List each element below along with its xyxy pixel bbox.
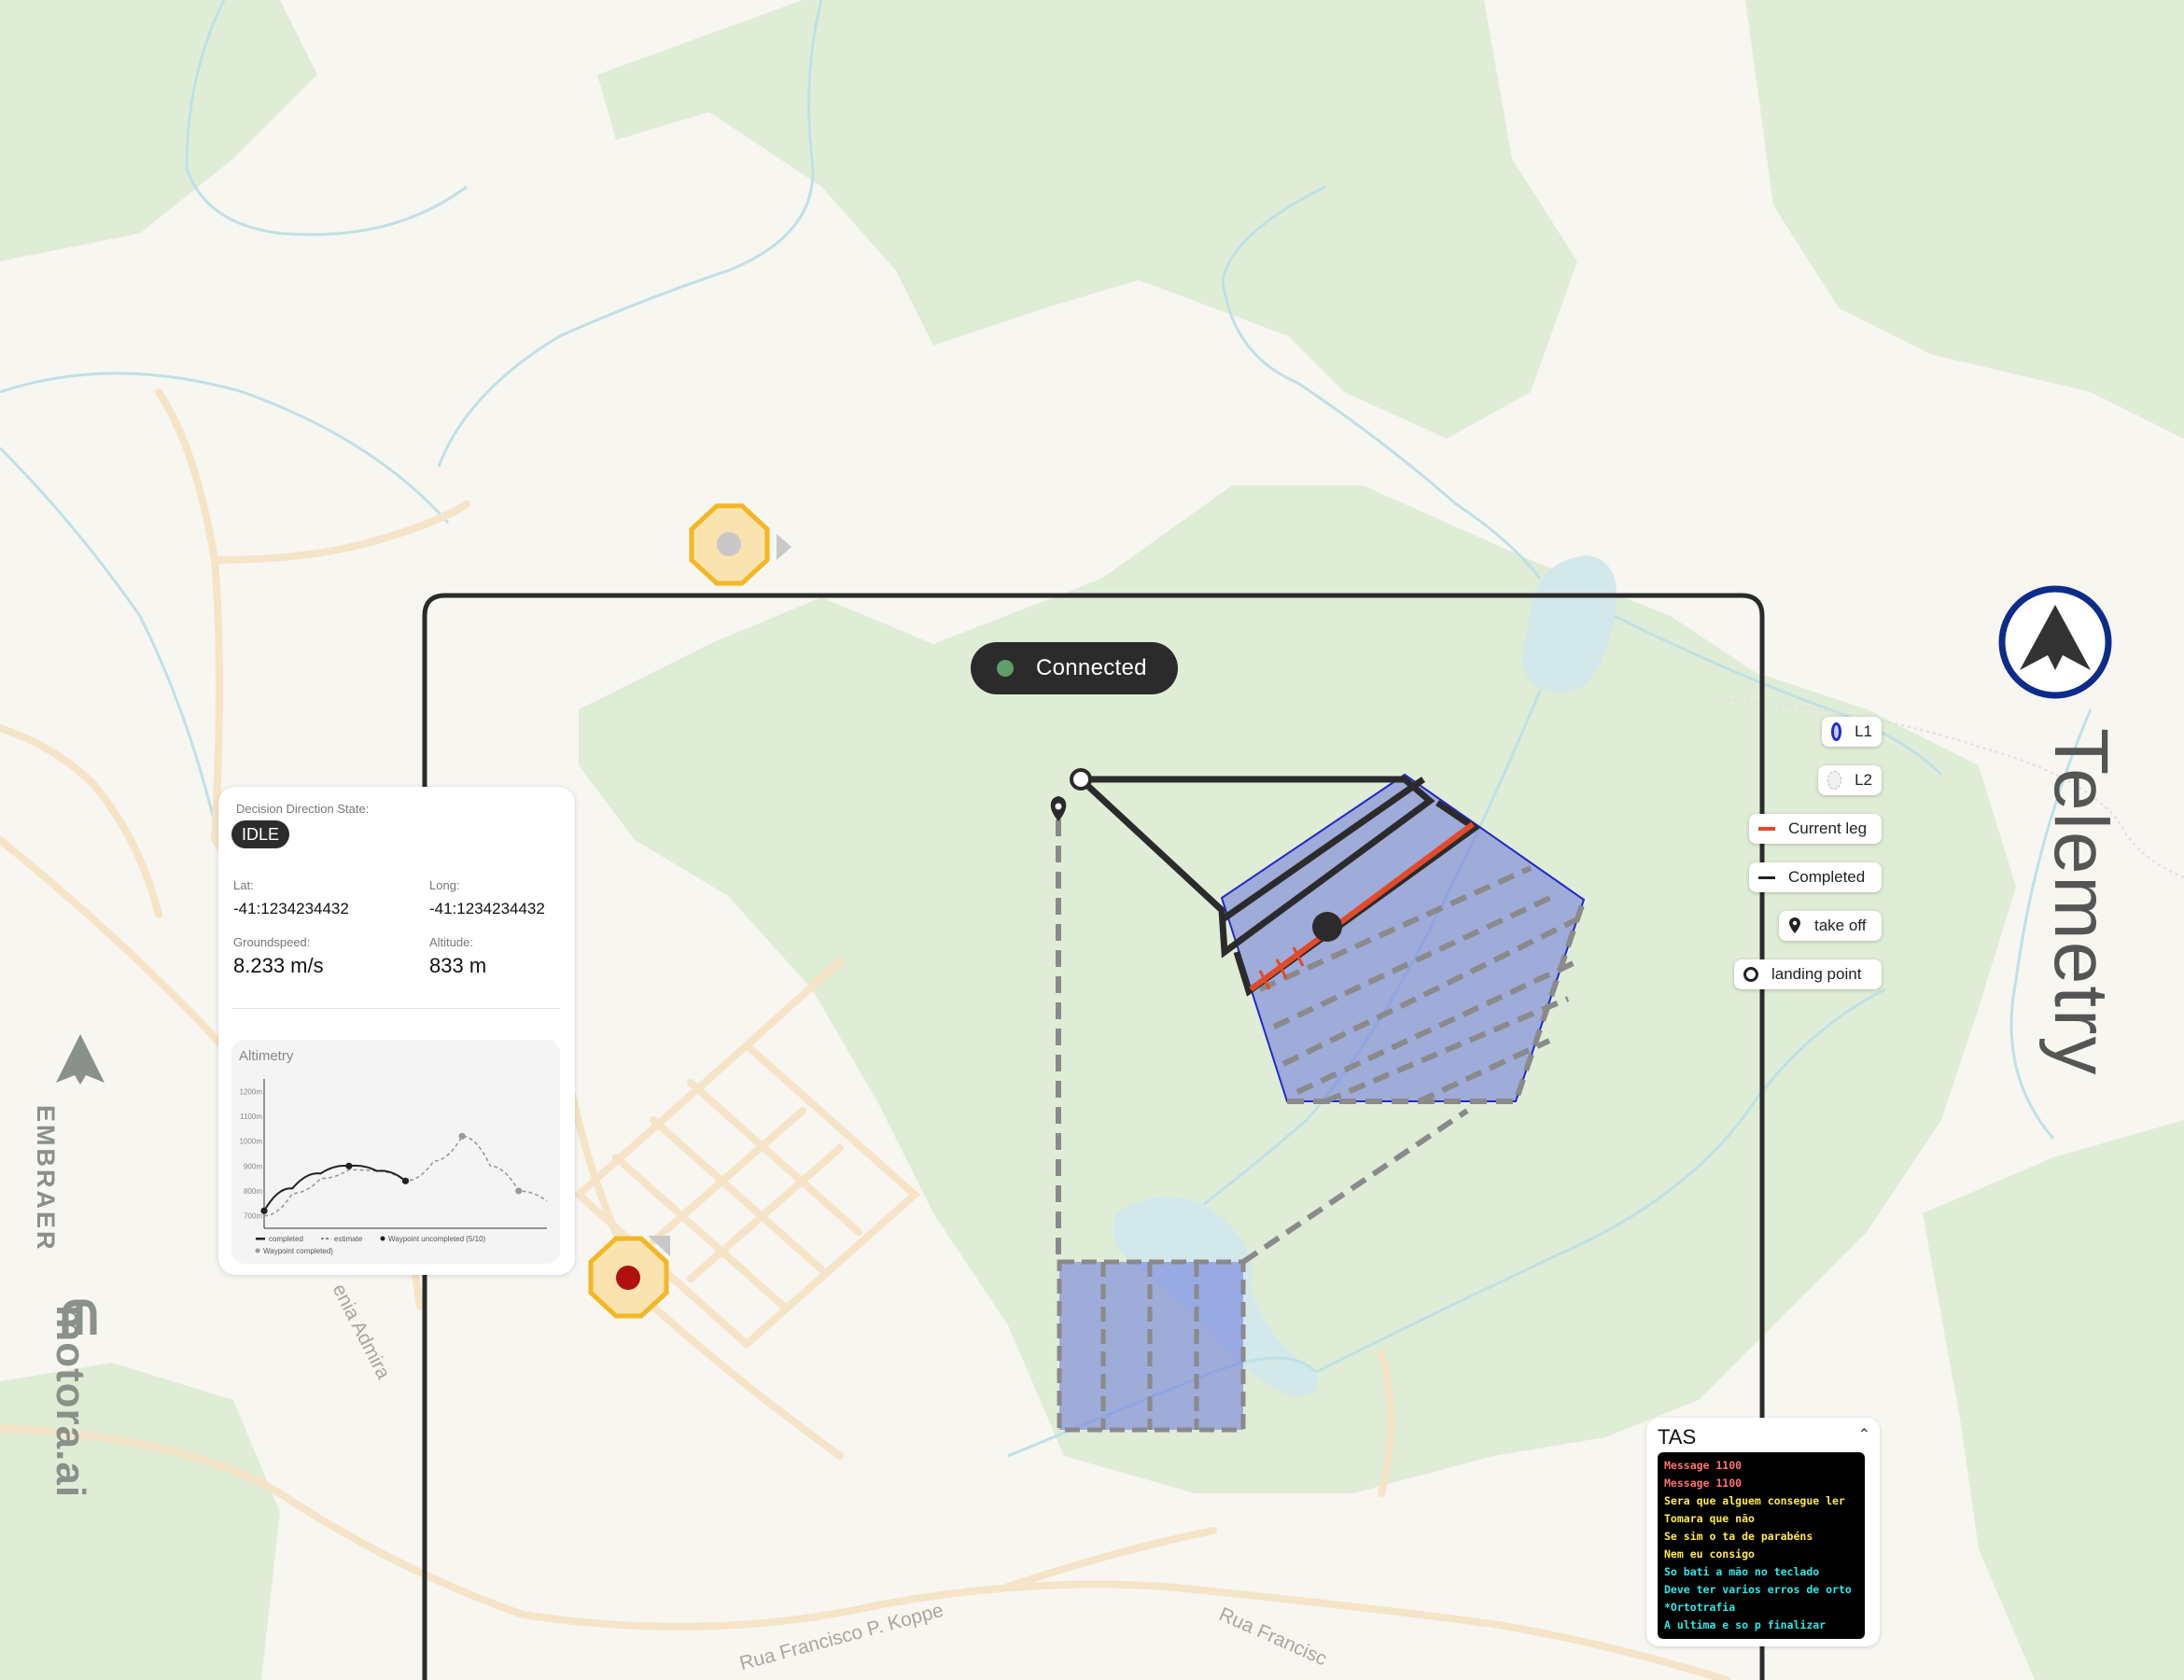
- chart-legend-waypoint-completed: Waypoint completed): [263, 1247, 333, 1255]
- decision-state-badge: IDLE: [231, 820, 290, 848]
- legend-take-off[interactable]: take off: [1779, 911, 1882, 941]
- legend-completed[interactable]: Completed: [1749, 862, 1882, 892]
- lat-label: Lat:: [233, 878, 254, 892]
- waypoint-completed-point: [401, 1177, 410, 1184]
- chevron-up-icon[interactable]: ⌃: [1858, 1425, 1870, 1444]
- tas-title: TAS: [1658, 1425, 1697, 1449]
- y-tick-label: 700m: [244, 1212, 262, 1221]
- tas-message: A ultima e so p finalizar: [1664, 1618, 1827, 1631]
- decision-state-panel: Decision Direction State: IDLE Lat: -41:…: [218, 787, 575, 1275]
- tas-message-log: Message 1100 Message 1100 Sera que algue…: [1658, 1452, 1865, 1639]
- legend-take-off-label: take off: [1814, 917, 1867, 934]
- tas-message: Deve ter varios erros de orto: [1664, 1583, 1852, 1596]
- groundspeed-value: 8.233 m/s: [233, 954, 324, 977]
- current-leg-icon: [1758, 827, 1775, 831]
- y-tick-label: 800m: [244, 1187, 262, 1196]
- chart-legend-uncompleted: Waypoint uncompleted (5/10): [388, 1235, 486, 1243]
- aircraft-position: [1312, 912, 1342, 942]
- y-tick-label: 1200m: [240, 1087, 263, 1096]
- altimetry-card: Altimetry 1200m 1100m 1000m 900m 800m 700m co…: [231, 1040, 560, 1264]
- l1-icon: [1831, 722, 1842, 741]
- altimetry-chart: 1200m 1100m 1000m 900m 800m 700m completed es…: [240, 1079, 548, 1255]
- tas-message: Message 1100: [1664, 1459, 1743, 1472]
- lat-value: -41:1234234432: [233, 900, 349, 917]
- chart-legend-estimate: estimate: [334, 1235, 363, 1243]
- y-tick-label: 1000m: [240, 1138, 263, 1146]
- tas-message: *Ortotrafia: [1664, 1601, 1736, 1614]
- connection-status-pill[interactable]: Connected: [971, 642, 1178, 694]
- waypoint-uncompleted-point: [515, 1187, 523, 1195]
- legend-l1[interactable]: L1: [1822, 717, 1882, 747]
- chart-legend-completed: completed: [269, 1235, 303, 1243]
- survey-area-rectangle: [1057, 1259, 1246, 1433]
- tas-message: Message 1100: [1664, 1477, 1743, 1490]
- long-value: -41:1234234432: [429, 900, 545, 917]
- legend-current-leg-label: Current leg: [1788, 819, 1868, 837]
- tas-message: Sera que alguem consegue ler: [1664, 1494, 1845, 1507]
- l2-icon: [1827, 771, 1842, 790]
- landing-point-icon: [1743, 967, 1758, 982]
- waypoint-uncompleted-point: [458, 1132, 466, 1140]
- y-tick-label: 1100m: [240, 1113, 262, 1121]
- legend-current-leg[interactable]: Current leg: [1749, 814, 1882, 844]
- tas-message: Nem eu consigo: [1664, 1547, 1755, 1561]
- groundspeed-label: Groundspeed:: [233, 935, 311, 949]
- legend-completed-label: Completed: [1788, 868, 1866, 886]
- take-off-pin-icon: [1788, 917, 1801, 934]
- altitude-value: 833 m: [429, 954, 487, 977]
- completed-leg-icon: [1758, 875, 1775, 879]
- connection-status-label: Connected: [1036, 655, 1147, 680]
- series-line-completed: [263, 1164, 407, 1211]
- waypoint-completed-point: [260, 1207, 268, 1214]
- y-tick-label: 900m: [244, 1162, 262, 1170]
- legend-landing-point-label: landing point: [1771, 965, 1862, 983]
- telemetry-logo-icon: [1998, 585, 2112, 699]
- tas-panel: TAS ⌃ Message 1100 Message 1100 Sera que…: [1646, 1418, 1880, 1646]
- motora-wordmark: motora.ai: [48, 1305, 93, 1499]
- legend-l2-label: L2: [1855, 771, 1872, 789]
- connection-status-dot: [997, 660, 1014, 677]
- embraer-wordmark: EMBRAER: [32, 1105, 60, 1253]
- legend-landing-point[interactable]: landing point: [1734, 959, 1882, 989]
- waypoint-completed-point: [345, 1162, 353, 1169]
- legend-l1-label: L1: [1855, 722, 1872, 740]
- tas-message: So bati a mão no teclado: [1664, 1565, 1820, 1578]
- legend-l2[interactable]: L2: [1818, 765, 1882, 795]
- decision-state-label: Decision Direction State:: [236, 802, 370, 816]
- tas-message: Se sim o ta de parabéns: [1664, 1530, 1813, 1543]
- telemetry-title: Telemetry: [2038, 728, 2123, 1077]
- panel-divider: [231, 1008, 560, 1009]
- long-label: Long:: [429, 878, 460, 892]
- landing-point-marker[interactable]: [1070, 768, 1092, 791]
- altitude-label: Altitude:: [429, 935, 473, 949]
- tas-message: Tomara que não: [1664, 1512, 1755, 1525]
